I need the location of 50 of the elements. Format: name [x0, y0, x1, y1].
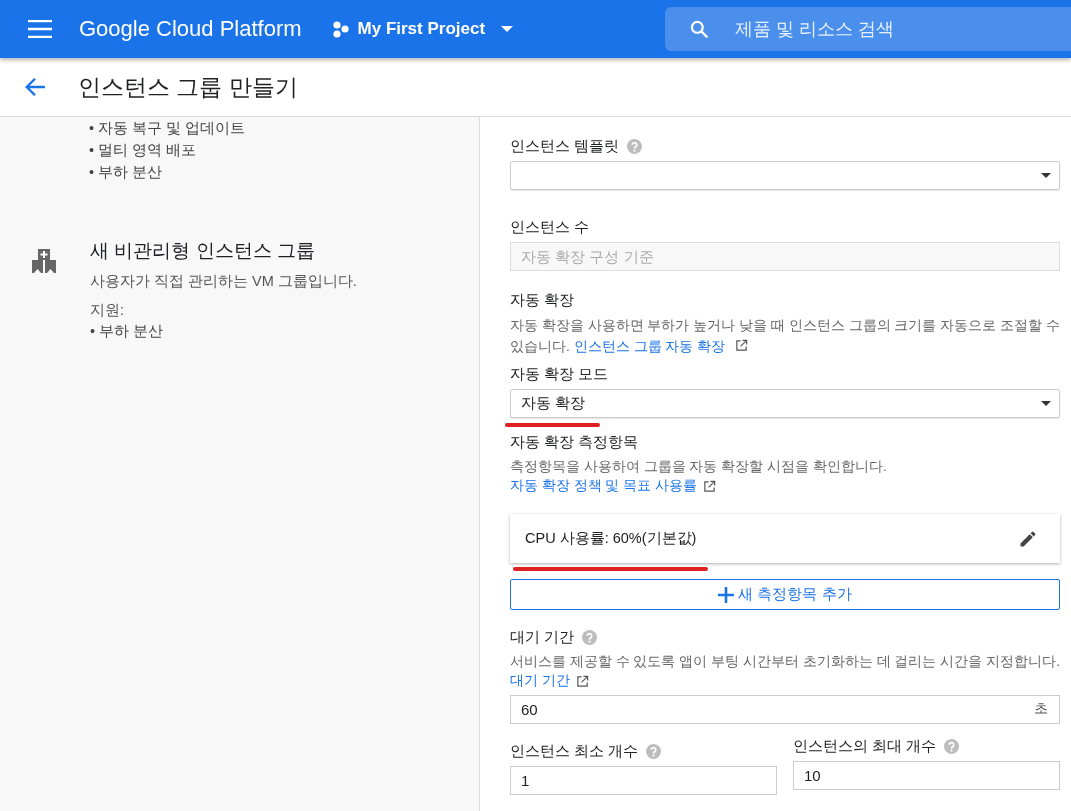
docs-link[interactable]: 대기 기간: [510, 671, 570, 691]
field-label: 자동 확장 모드: [510, 365, 609, 383]
autoscaling-mode-dropdown[interactable]: 자동 확장: [510, 389, 1060, 418]
help-icon[interactable]: [944, 738, 960, 754]
section-heading: 자동 확장 측정항목: [510, 433, 639, 451]
external-link-icon: [735, 339, 748, 352]
external-link-icon: [703, 479, 717, 493]
product-name[interactable]: Google Cloud Platform: [79, 16, 302, 42]
field-label: 인스턴스 수: [510, 218, 590, 236]
max-instances-field[interactable]: 10: [793, 761, 1060, 790]
template-dropdown[interactable]: [510, 161, 1060, 190]
menu-icon[interactable]: [28, 20, 52, 38]
dropdown-caret-icon: [1041, 401, 1051, 406]
metric-card[interactable]: CPU 사용률: 60%(기본값): [510, 514, 1060, 563]
help-icon[interactable]: [627, 138, 643, 154]
section-heading: 자동 확장: [510, 291, 575, 309]
external-link-icon: [575, 674, 589, 688]
bullet-item: • 부하 분산: [90, 322, 165, 341]
help-icon[interactable]: [582, 629, 598, 645]
bullet-item: • 부하 분산: [89, 163, 164, 182]
field-label: 대기 기간: [510, 628, 575, 646]
dropdown-caret-icon: [1041, 173, 1051, 178]
cooldown-description: 서비스를 제공할 수 있도록 앱이 부팅 시간부터 초기화하는 데 걸리는 시간을 지정합니다.: [510, 653, 1060, 671]
unit-label: 초: [1034, 700, 1048, 718]
docs-link[interactable]: 자동 확장 정책 및 목표 사용률: [510, 476, 698, 496]
field-label: 인스턴스 템플릿: [510, 137, 620, 155]
plus-icon: [718, 586, 735, 603]
option-title: 새 비관리형 인스턴스 그룹: [90, 239, 316, 263]
docs-link[interactable]: 인스턴스 그룹 자동 확장: [573, 339, 726, 354]
back-arrow-icon[interactable]: [24, 76, 46, 98]
field-label: 인스턴스의 최대 개수: [793, 737, 937, 755]
caret-icon: [501, 26, 514, 32]
add-metric-button[interactable]: 새 측정항목 추가: [510, 579, 1060, 610]
field-label: 인스턴스 최소 개수: [510, 742, 639, 760]
search-icon: [689, 19, 709, 39]
bullet-item: • 자동 복구 및 업데이트: [89, 119, 247, 138]
metrics-description: 측정항목을 사용하여 그룹을 자동 확장할 시점을 확인합니다.: [510, 458, 888, 476]
instance-group-icon: [31, 248, 57, 274]
supports-label: 지원:: [90, 302, 125, 318]
search-field[interactable]: 제품 및 리소스 검색: [665, 7, 1071, 51]
min-instances-field[interactable]: 1: [510, 766, 777, 795]
project-dots-icon: [331, 20, 350, 38]
autoscaling-description: 자동 확장을 사용하면 부하가 높거나 낮을 때 인스턴스 그룹의 크기를 자동으로 조절할 수 있습니다. 인스턴스 그룹 자동 확장: [510, 317, 1060, 356]
bullet-item: • 멀티 영역 배포: [89, 141, 198, 160]
project-selector[interactable]: My First Project: [327, 15, 518, 43]
help-icon[interactable]: [646, 743, 662, 759]
page-title: 인스턴스 그룹 만들기: [78, 72, 298, 102]
option-description: 사용자가 직접 관리하는 VM 그룹입니다.: [90, 272, 357, 291]
metric-text: CPU 사용률: 60%(기본값): [525, 529, 697, 548]
edit-icon[interactable]: [1018, 528, 1038, 549]
